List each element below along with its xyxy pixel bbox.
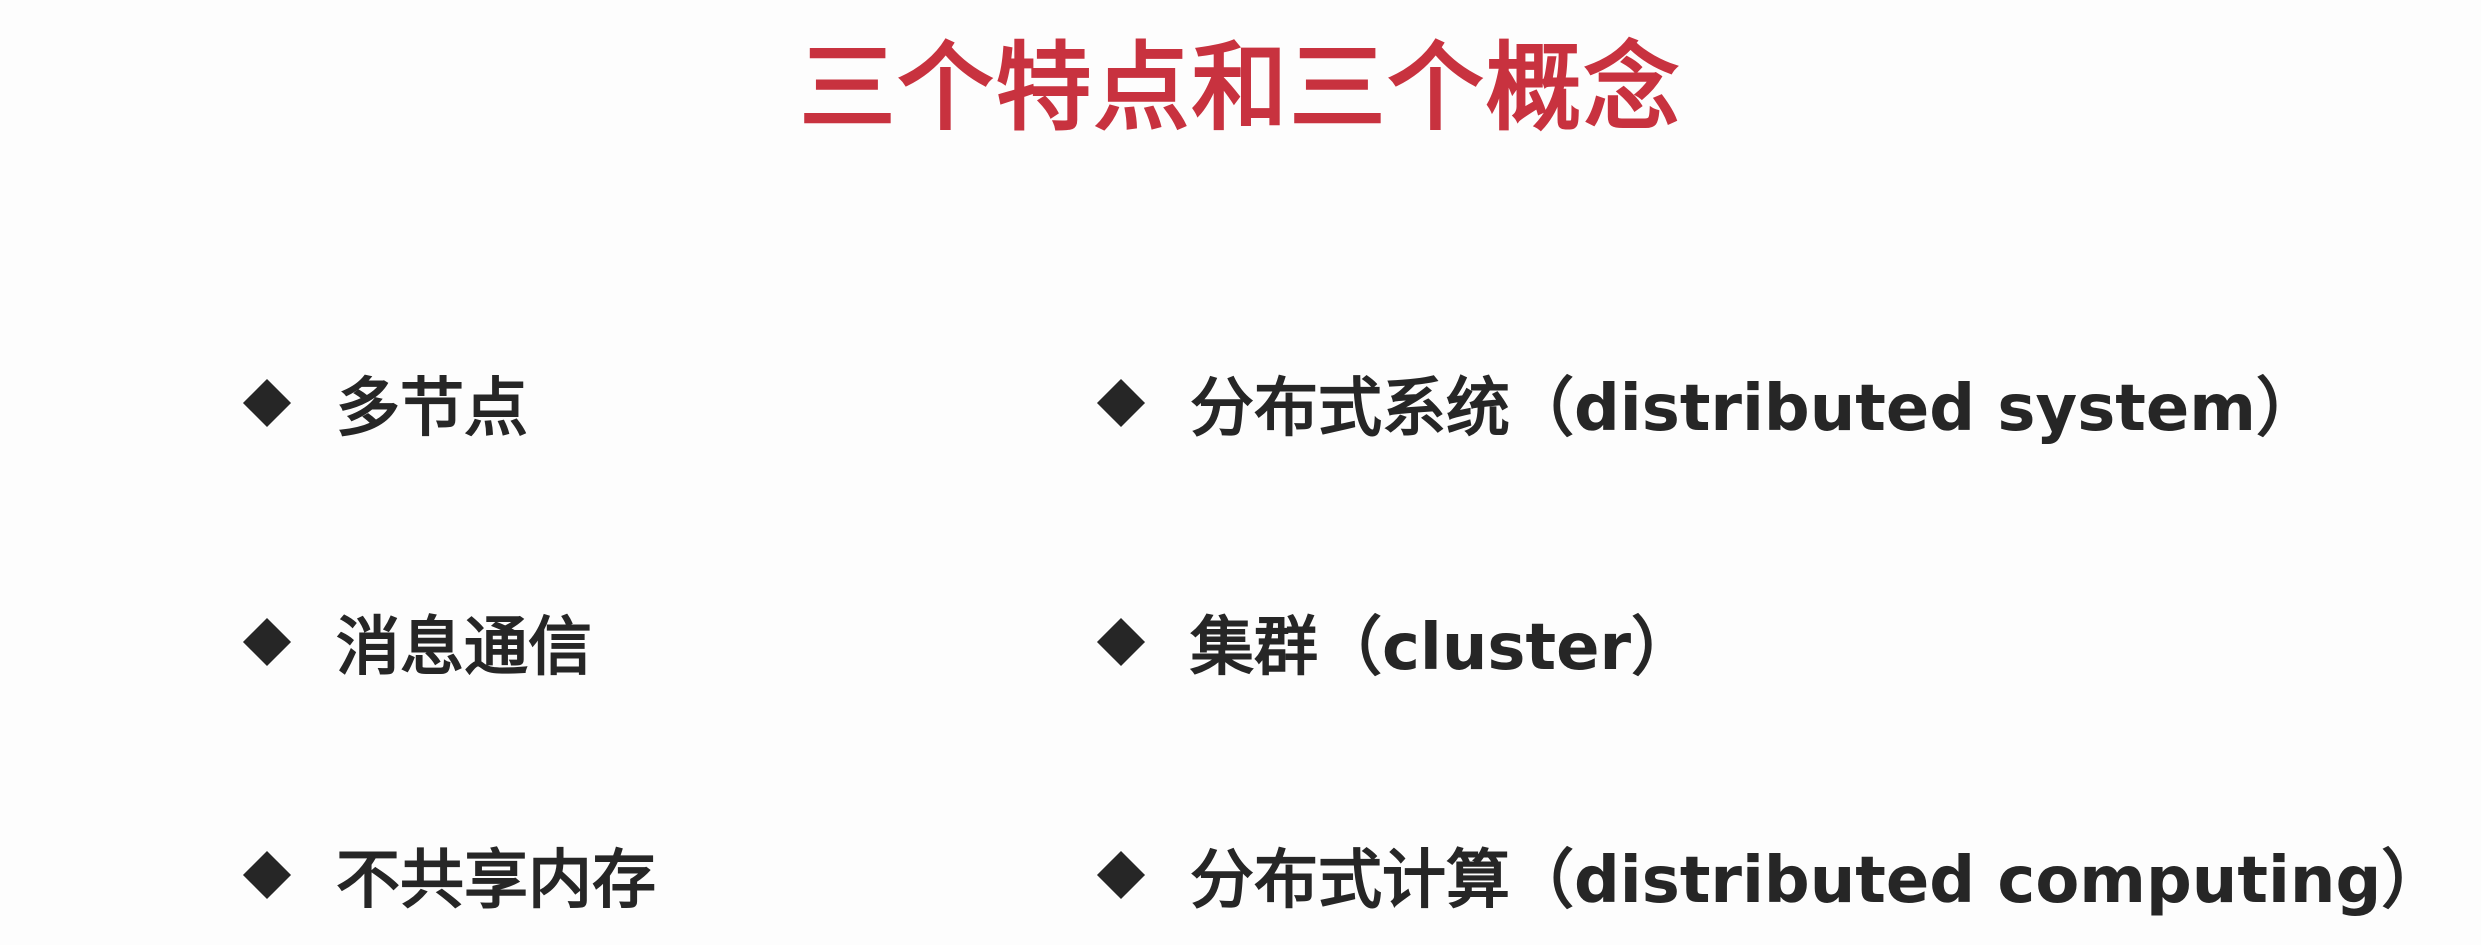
- feature-item: 多节点: [238, 358, 528, 448]
- feature-item: 消息通信: [238, 597, 592, 687]
- diamond-bullet-icon: [1096, 850, 1146, 900]
- concept-item: 分布式系统（distributed system）: [1092, 358, 2320, 448]
- feature-label: 多节点: [336, 372, 528, 446]
- diamond-bullet-icon: [1096, 378, 1146, 428]
- diamond-bullet-icon: [242, 850, 292, 900]
- feature-label: 消息通信: [336, 611, 592, 685]
- concept-label: 集群（cluster）: [1190, 611, 1696, 685]
- slide-title: 三个特点和三个概念: [799, 32, 1682, 144]
- diamond-bullet-icon: [1096, 617, 1146, 667]
- diamond-bullet-icon: [242, 378, 292, 428]
- feature-item: 不共享内存: [238, 830, 656, 920]
- feature-label: 不共享内存: [336, 844, 656, 918]
- diamond-bullet-icon: [242, 617, 292, 667]
- concept-label: 分布式系统（distributed system）: [1190, 372, 2320, 446]
- slide: 三个特点和三个概念 多节点 消息通信 不共享内存 分布式系统（distribut…: [0, 0, 2481, 945]
- concept-label: 分布式计算（distributed computing）: [1190, 844, 2446, 918]
- concept-item: 集群（cluster）: [1092, 597, 1695, 687]
- concept-item: 分布式计算（distributed computing）: [1092, 830, 2445, 920]
